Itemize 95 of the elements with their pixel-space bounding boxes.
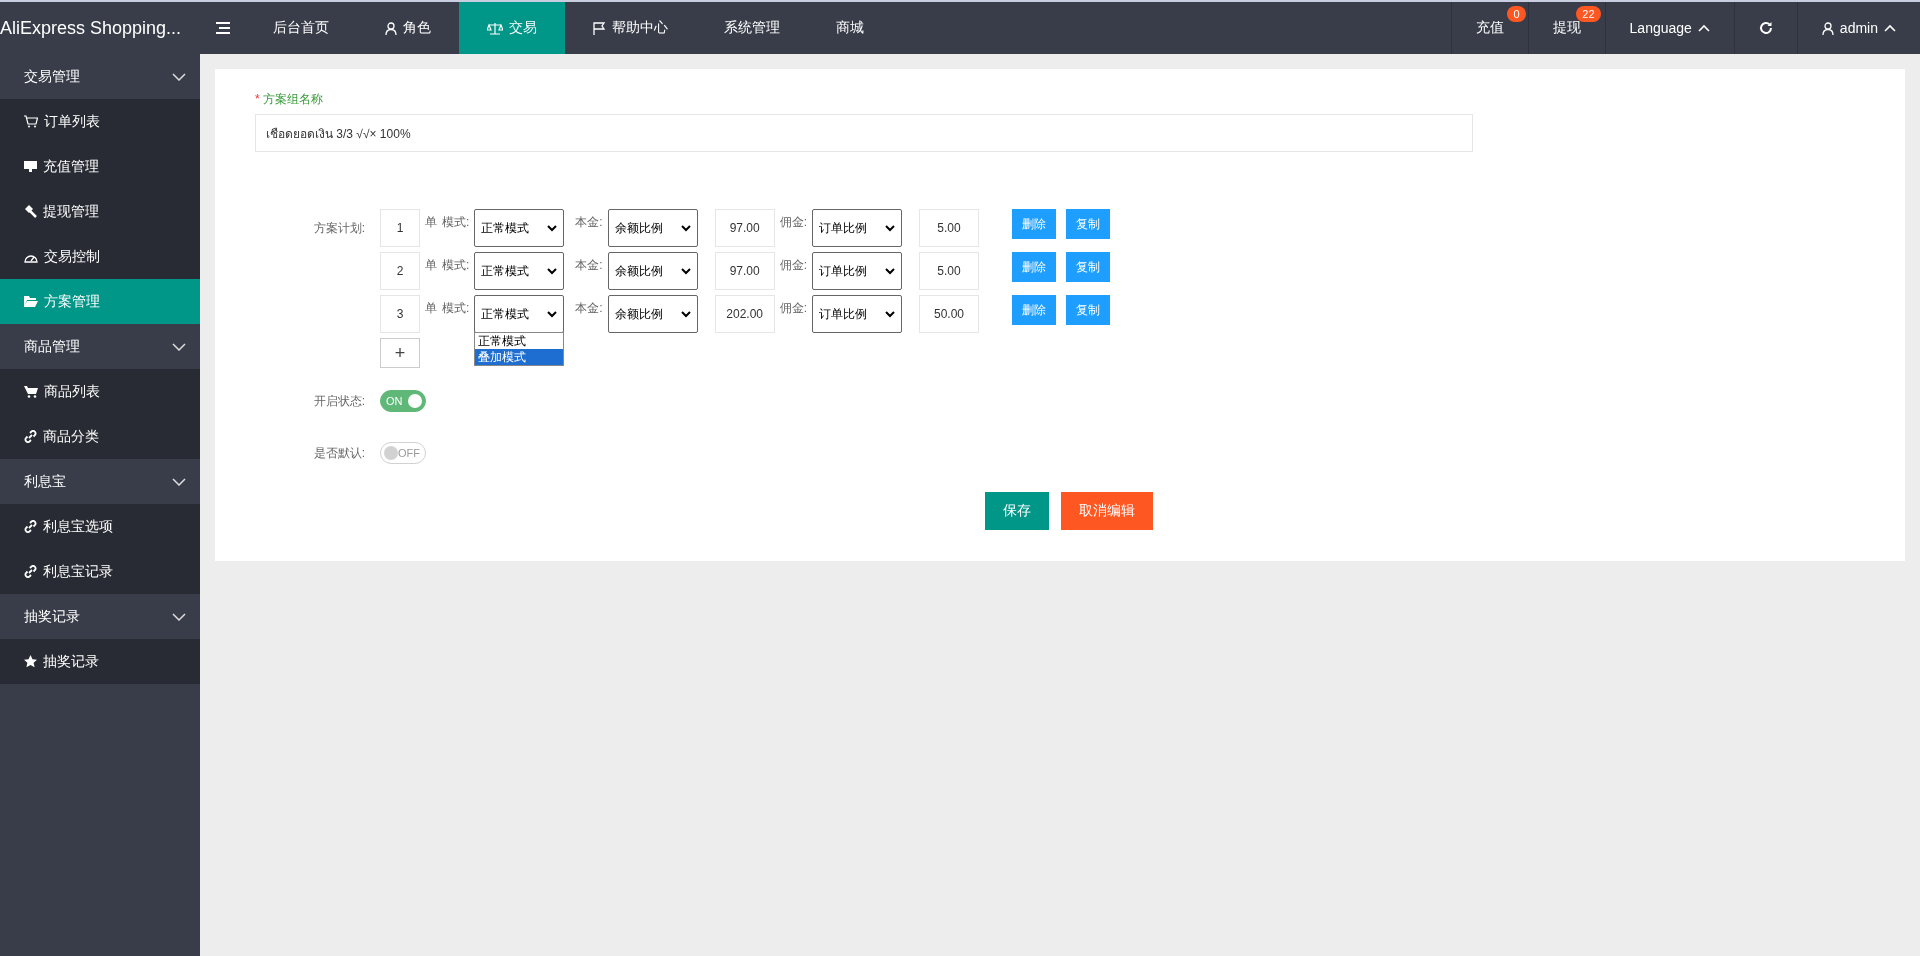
- top-menu-item[interactable]: 角色: [357, 2, 459, 54]
- field-label: 本金:: [575, 300, 603, 317]
- dropdown-option[interactable]: 正常模式: [475, 333, 564, 349]
- sidebar-item[interactable]: 充值管理: [0, 144, 200, 189]
- sidebar-item[interactable]: 利息宝记录: [0, 549, 200, 594]
- caret-icon: [885, 267, 896, 275]
- select-field[interactable]: 订单比例: [812, 252, 903, 290]
- top-link[interactable]: 充值 0: [1450, 2, 1528, 54]
- caret-icon: [885, 310, 896, 318]
- field-label: 方案组名称: [263, 92, 323, 106]
- hammer-icon: [24, 205, 37, 218]
- sidebar-group[interactable]: 抽奖记录: [0, 594, 200, 639]
- count-badge: 22: [1576, 6, 1601, 22]
- link-icon: [24, 520, 37, 533]
- unit-label: 单: [425, 257, 437, 274]
- top-menu-item[interactable]: 后台首页: [245, 2, 357, 54]
- top-link[interactable]: 提现 22: [1527, 2, 1605, 54]
- folder-icon: [24, 296, 38, 307]
- input-field[interactable]: 5.00: [919, 209, 980, 247]
- input-field[interactable]: 3: [380, 295, 420, 333]
- caret-icon: [680, 267, 691, 275]
- chevron-icon: [172, 477, 186, 486]
- top-menu-item[interactable]: 系统管理: [696, 2, 808, 54]
- save-button[interactable]: 保存: [985, 492, 1049, 530]
- unit-label: 单: [425, 300, 437, 317]
- caret-icon: [547, 224, 558, 232]
- flag-icon: [593, 21, 606, 35]
- user-menu[interactable]: admin: [1796, 2, 1920, 54]
- field-label: 方案计划:: [312, 220, 366, 237]
- sidebar-item[interactable]: 交易控制: [0, 234, 200, 279]
- field-label: 开启状态:: [312, 393, 366, 410]
- field-label: 本金:: [575, 214, 603, 231]
- count-badge: 0: [1507, 6, 1526, 22]
- field-label: 是否默认:: [312, 445, 366, 462]
- select-field[interactable]: 订单比例: [812, 295, 903, 333]
- input-field[interactable]: 97.00: [714, 252, 775, 290]
- user-icon: [1821, 21, 1834, 35]
- select-field[interactable]: 余额比例: [607, 295, 698, 333]
- sidebar-item[interactable]: 提现管理: [0, 189, 200, 234]
- field-label: 模式:: [442, 214, 470, 231]
- chevron-icon: [172, 612, 186, 621]
- monitor-icon: [24, 160, 37, 173]
- sidebar-item[interactable]: 商品列表: [0, 369, 200, 414]
- top-menu-item[interactable]: 交易: [459, 2, 565, 54]
- cart-icon: [24, 115, 38, 128]
- field-label: 佣金:: [779, 257, 808, 274]
- top-menu-item[interactable]: 商城: [808, 2, 892, 54]
- field-label: 佣金:: [779, 300, 808, 317]
- refresh-icon: [1758, 21, 1773, 35]
- select-field[interactable]: 正常模式: [474, 252, 565, 290]
- field-label: 本金:: [575, 257, 603, 274]
- scale-icon: [487, 21, 503, 35]
- dropdown-option[interactable]: 叠加模式: [475, 349, 564, 365]
- unit-label: 单: [425, 214, 437, 231]
- sidebar-item[interactable]: 商品分类: [0, 414, 200, 459]
- add-button[interactable]: +: [380, 338, 420, 368]
- caret-icon: [547, 310, 558, 318]
- sidebar-item[interactable]: 利息宝选项: [0, 504, 200, 549]
- app-title: AliExpress Shopping...: [0, 17, 183, 39]
- chevron-icon: [172, 72, 186, 81]
- field-label: 佣金:: [779, 214, 808, 231]
- chevron-icon: [172, 342, 186, 351]
- input-field[interactable]: เชือดยอดเงิน 3/3 √√× 100%: [255, 114, 1473, 152]
- input-field[interactable]: 50.00: [919, 295, 980, 333]
- caret-icon: [885, 224, 896, 232]
- input-field[interactable]: 97.00: [714, 209, 775, 247]
- select-field[interactable]: 余额比例: [607, 252, 698, 290]
- sidebar-item[interactable]: 抽奖记录: [0, 639, 200, 684]
- language-menu[interactable]: Language: [1604, 2, 1734, 54]
- top-menu-item[interactable]: 帮助中心: [565, 2, 696, 54]
- caret-icon: [547, 267, 558, 275]
- field-label: 模式:: [442, 257, 470, 274]
- select-field[interactable]: 正常模式: [474, 209, 565, 247]
- caret-icon: [680, 224, 691, 232]
- link-icon: [24, 430, 37, 443]
- sidebar-item[interactable]: 订单列表: [0, 99, 200, 144]
- field-label: 模式:: [442, 300, 470, 317]
- caret-icon: [1697, 24, 1710, 32]
- user-icon: [385, 21, 397, 35]
- input-field[interactable]: 5.00: [919, 252, 980, 290]
- select-field[interactable]: 余额比例: [607, 209, 698, 247]
- required-mark: *: [255, 92, 260, 106]
- star-icon: [24, 655, 37, 668]
- cart-icon: [24, 385, 38, 398]
- sidebar-group[interactable]: 利息宝: [0, 459, 200, 504]
- sidebar-item[interactable]: 方案管理: [0, 279, 200, 324]
- caret-icon: [1884, 24, 1896, 32]
- input-field[interactable]: 202.00: [714, 295, 775, 333]
- caret-icon: [680, 310, 691, 318]
- link-icon: [24, 565, 37, 578]
- sidebar-group[interactable]: 商品管理: [0, 324, 200, 369]
- sidebar-group[interactable]: 交易管理: [0, 54, 200, 99]
- input-field[interactable]: 1: [380, 209, 420, 247]
- select-field[interactable]: 订单比例: [812, 209, 903, 247]
- input-field[interactable]: 2: [380, 252, 420, 290]
